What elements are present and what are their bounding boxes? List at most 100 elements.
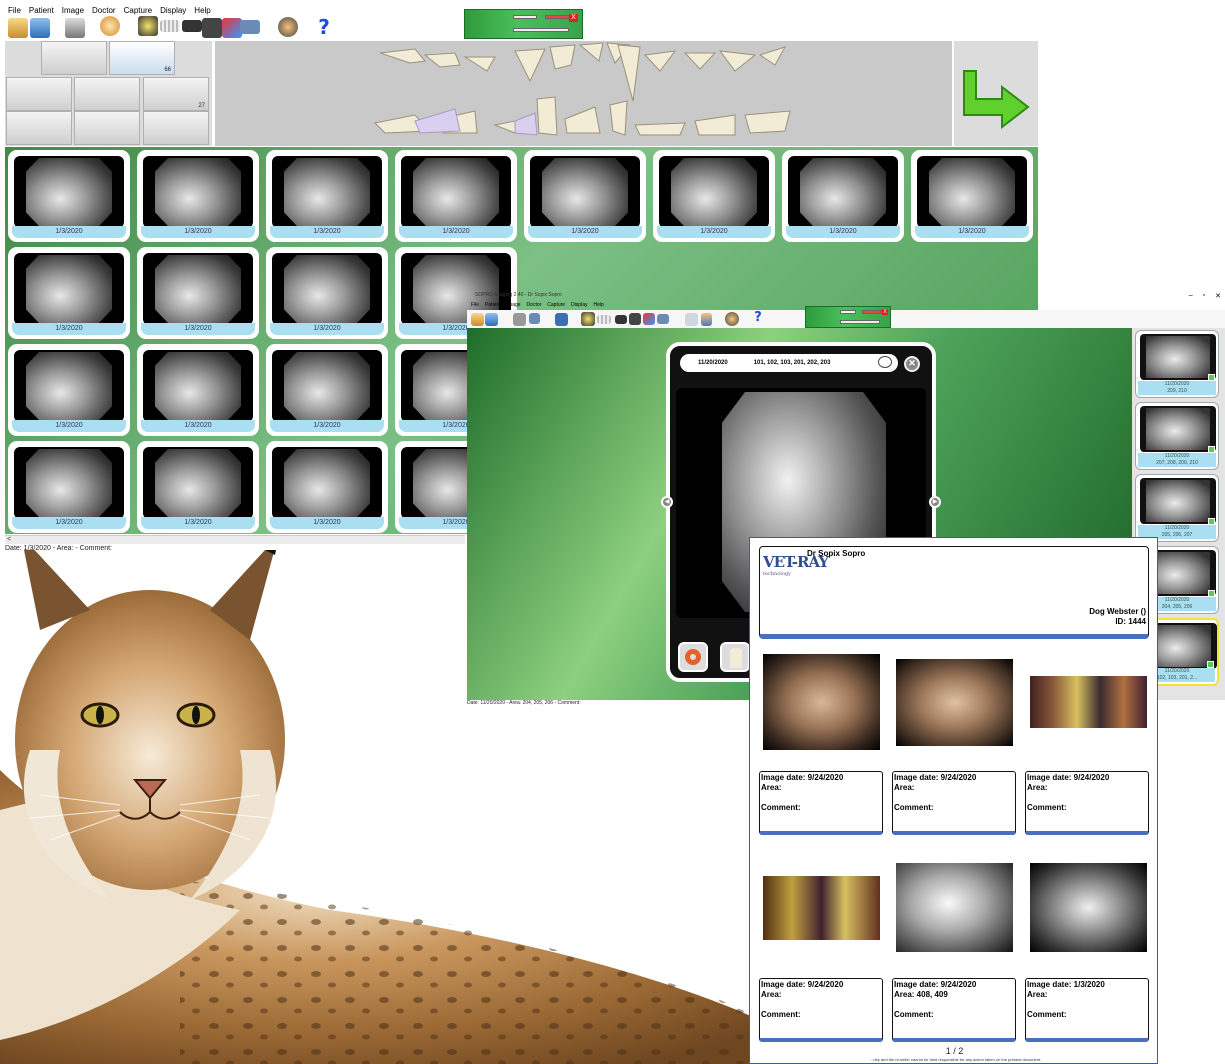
tooth-button-5[interactable] — [143, 111, 209, 145]
status-bar-1 — [513, 15, 537, 19]
w2-help-icon[interactable]: ? — [751, 311, 765, 325]
w2-open-patient-icon[interactable] — [471, 313, 484, 326]
export-icon[interactable] — [240, 20, 260, 34]
xray-thumbnail[interactable]: 1/3/2020 — [653, 150, 775, 242]
xray-thumbnail[interactable]: 1/3/2020 — [266, 344, 388, 436]
previous-image-icon[interactable]: ◀ — [661, 496, 673, 508]
status-close-icon[interactable]: X — [569, 14, 578, 22]
w2-gallery-icon[interactable] — [685, 313, 698, 326]
xray-thumbnail[interactable]: 1/3/2020 — [266, 441, 388, 533]
tooth-button-2[interactable] — [74, 77, 140, 111]
radiation-icon[interactable] — [138, 16, 158, 36]
selected-flag-icon[interactable] — [1208, 518, 1215, 525]
xray-thumbnail[interactable]: 1/3/2020 — [137, 150, 259, 242]
xray-thumbnail-image — [272, 253, 382, 325]
xray-count: 66 — [164, 67, 171, 73]
intraoral-tooth-button[interactable] — [41, 41, 107, 75]
animal-icon[interactable] — [100, 16, 120, 36]
xray-thumbnail-image — [788, 156, 898, 228]
report-patient: Dog Webster () ID: 1444 — [1089, 607, 1146, 627]
help-icon[interactable]: ? — [314, 17, 334, 37]
report-caption-5: Image date: 9/24/2020 Area: 408, 409 Com… — [892, 978, 1016, 1042]
caption-comment: Comment: — [1027, 803, 1067, 812]
patient-name: Dog Webster () — [1089, 607, 1146, 616]
w2-radiation-icon[interactable] — [581, 312, 595, 326]
selected-flag-icon[interactable] — [1208, 374, 1215, 381]
tooth-filter-icon[interactable] — [720, 642, 750, 672]
xray-thumbnail-date: 1/3/2020 — [12, 226, 126, 238]
xray-thumbnail[interactable]: 1/3/2020 — [8, 150, 130, 242]
w2-acquisition-status-box[interactable]: X — [805, 306, 891, 328]
w2-sensor-icon[interactable] — [597, 315, 611, 324]
xray-thumbnail[interactable]: 1/3/2020 — [137, 247, 259, 339]
selected-flag-icon[interactable] — [1208, 590, 1215, 597]
color-filter-icon[interactable] — [678, 642, 708, 672]
horizontal-scrollbar[interactable]: < — [5, 535, 465, 544]
open-patient-icon[interactable] — [8, 18, 28, 38]
w2-layout-icon[interactable] — [701, 313, 712, 326]
dental-chart[interactable] — [215, 41, 952, 146]
pet-icon[interactable] — [278, 17, 298, 37]
xray-thumbnail-image — [143, 253, 253, 325]
viewer-thumbnail[interactable]: 11/20/2020 207, 208, 209, 210 — [1135, 402, 1219, 470]
xray-thumbnail[interactable]: 1/3/2020 — [782, 150, 904, 242]
next-image-icon[interactable]: ▶ — [929, 496, 941, 508]
restore-button[interactable]: ▫ — [1203, 292, 1205, 300]
xray-thumbnail[interactable]: 1/3/2020 — [395, 150, 517, 242]
scanner-icon[interactable] — [202, 18, 222, 38]
new-patient-icon[interactable] — [30, 18, 50, 38]
w2-email-icon[interactable] — [529, 313, 540, 324]
xray-thumbnail[interactable]: 1/3/2020 — [524, 150, 646, 242]
xray-thumbnail[interactable]: 1/3/2020 — [266, 247, 388, 339]
import-tooth-button[interactable]: 27 — [143, 77, 209, 111]
tooth-button-4[interactable] — [74, 111, 140, 145]
w2-menu-file[interactable]: File — [471, 302, 479, 310]
w2-tools-icon[interactable] — [643, 313, 655, 325]
xray-thumbnail[interactable]: 1/3/2020 — [8, 441, 130, 533]
caption-date: Image date: 9/24/2020 — [761, 773, 844, 782]
sensor-icon[interactable] — [160, 20, 180, 32]
w2-menu-display[interactable]: Display — [571, 302, 587, 310]
w2-menu-patient[interactable]: Patient — [485, 302, 501, 310]
xray-thumbnail[interactable]: 1/3/2020 — [137, 344, 259, 436]
w2-save-icon[interactable] — [555, 313, 568, 326]
print-icon[interactable] — [65, 18, 85, 38]
acquisition-status-box[interactable]: X — [464, 9, 583, 39]
camera-icon[interactable] — [182, 20, 202, 32]
xray-thumbnail[interactable]: 1/3/2020 — [8, 247, 130, 339]
tools-icon[interactable] — [222, 18, 242, 38]
xray-thumbnail-image — [659, 156, 769, 228]
xray-thumbnail[interactable]: 1/3/2020 — [266, 150, 388, 242]
w2-menu-help[interactable]: Help — [593, 302, 603, 310]
w2-scanner-icon[interactable] — [629, 313, 641, 325]
w2-camera-icon[interactable] — [615, 315, 627, 324]
viewer-thumbnail[interactable]: 11/20/2020 205, 206, 207 — [1135, 474, 1219, 542]
w2-status-close-icon[interactable]: X — [882, 309, 888, 315]
viewer-close-icon[interactable]: ✕ — [904, 356, 920, 372]
w2-menu-capture[interactable]: Capture — [547, 302, 565, 310]
w2-new-patient-icon[interactable] — [485, 313, 498, 326]
comment-icon[interactable] — [878, 356, 892, 368]
dental-chart-teeth[interactable] — [215, 41, 952, 146]
report-image-1 — [763, 654, 880, 750]
tooth-button-3[interactable] — [6, 111, 72, 145]
w2-pet-icon[interactable] — [725, 312, 739, 326]
w2-export-icon[interactable] — [657, 314, 669, 324]
scroll-left-arrow[interactable]: < — [7, 536, 11, 543]
back-arrow-icon[interactable] — [954, 41, 1038, 146]
selected-flag-icon[interactable] — [1208, 446, 1215, 453]
selected-flag-icon[interactable] — [1207, 661, 1214, 668]
w2-print-icon[interactable] — [513, 313, 526, 326]
xray-tooth-button[interactable]: 66 — [109, 41, 175, 75]
viewer-thumbnail-caption: 11/20/2020 207, 208, 209, 210 — [1138, 453, 1216, 467]
xray-thumbnail[interactable]: 1/3/2020 — [137, 441, 259, 533]
minimize-button[interactable]: – — [1189, 292, 1193, 300]
viewer-thumbnail[interactable]: 11/20/2020 209, 210 — [1135, 330, 1219, 398]
w2-menu-image[interactable]: Image — [507, 302, 521, 310]
xray-thumbnail[interactable]: 1/3/2020 — [911, 150, 1033, 242]
close-window-button[interactable]: ✕ — [1215, 292, 1221, 300]
print-report: VET-RAY technology Dr Sopix Sopro Dog We… — [749, 537, 1158, 1064]
tooth-button-1[interactable] — [6, 77, 72, 111]
xray-thumbnail[interactable]: 1/3/2020 — [8, 344, 130, 436]
w2-menu-doctor[interactable]: Doctor — [527, 302, 542, 310]
